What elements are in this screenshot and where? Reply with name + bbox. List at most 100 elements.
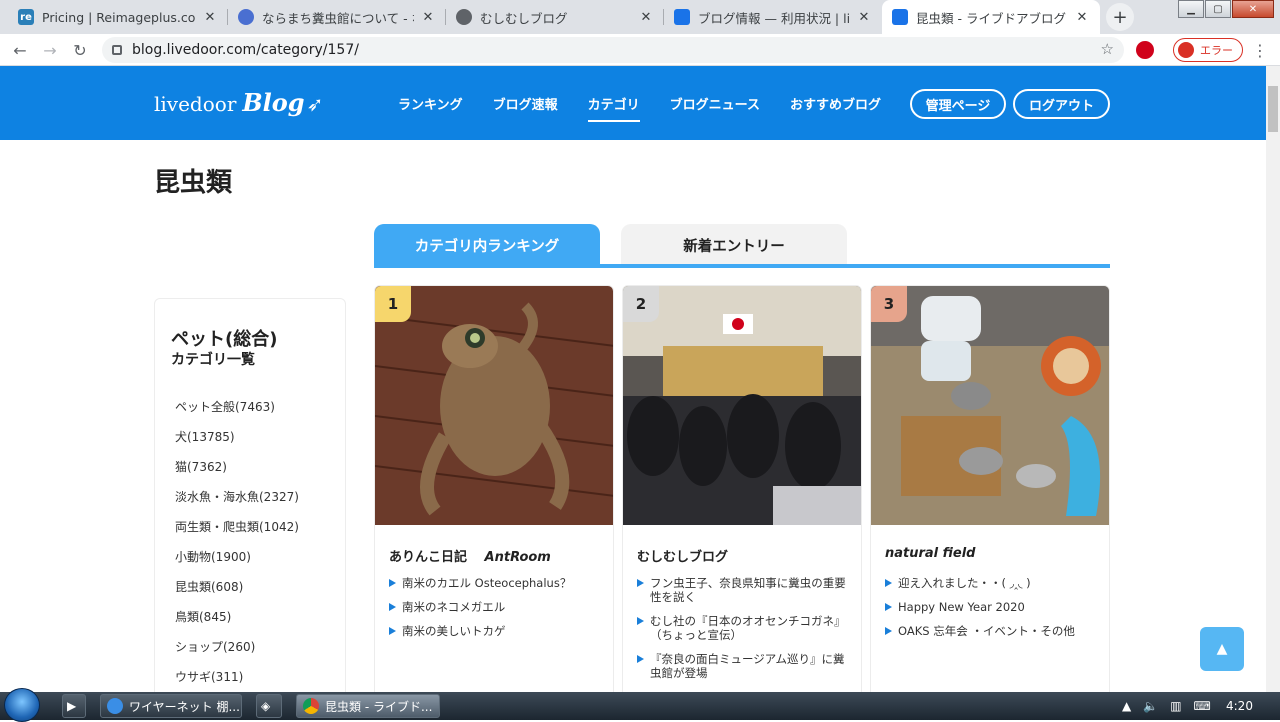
nav-recommended[interactable]: おすすめブログ bbox=[790, 94, 881, 113]
tab-new-entries[interactable]: 新着エントリー bbox=[621, 224, 847, 266]
tab-title: ブログ情報 — 利用状況 | lived bbox=[698, 10, 850, 26]
clock[interactable]: 4:20 bbox=[1226, 699, 1253, 713]
app-icon[interactable]: ◈ bbox=[256, 694, 282, 718]
extension-icon[interactable] bbox=[1136, 41, 1154, 59]
avatar bbox=[1178, 42, 1194, 58]
category-link[interactable]: ショップ(260) bbox=[175, 637, 299, 667]
logout-button[interactable]: ログアウト bbox=[1013, 89, 1110, 119]
blog-name[interactable]: ありんこ日記 AntRoom bbox=[389, 546, 551, 565]
category-link[interactable]: 淡水魚・海水魚(2327) bbox=[175, 487, 299, 517]
category-link[interactable]: 鳥類(845) bbox=[175, 607, 299, 637]
network-icon[interactable]: ▥ bbox=[1170, 699, 1181, 713]
browser-tab[interactable]: re Pricing | Reimageplus.com ✕ bbox=[8, 0, 228, 34]
scrollbar-thumb[interactable] bbox=[1268, 86, 1278, 132]
blog-name-ja: ありんこ日記 bbox=[389, 550, 468, 565]
chrome-icon bbox=[303, 698, 319, 714]
entry-link[interactable]: フン虫王子、奈良県知事に糞虫の重要性を説く bbox=[637, 576, 853, 604]
category-link[interactable]: 昆虫類(608) bbox=[175, 577, 299, 607]
admin-page-button[interactable]: 管理ページ bbox=[910, 89, 1006, 119]
tray-expand-icon[interactable]: ▲ bbox=[1122, 699, 1131, 713]
back-arrow-icon[interactable]: ← bbox=[8, 38, 32, 62]
reimage-favicon-icon: re bbox=[18, 9, 34, 25]
maximize-button[interactable]: ▢ bbox=[1205, 0, 1231, 18]
close-window-button[interactable]: ✕ bbox=[1232, 0, 1274, 18]
ceremony-photo[interactable] bbox=[623, 286, 862, 525]
nav-ranking[interactable]: ランキング bbox=[398, 94, 463, 113]
url-text: blog.livedoor.com/category/157/ bbox=[132, 42, 359, 58]
entry-link[interactable]: むし社の『日本のオオセンチコガネ』（ちょっと宣伝） bbox=[637, 614, 853, 642]
profile-chip-label: エラー bbox=[1200, 44, 1233, 57]
internet-explorer-icon bbox=[107, 698, 123, 714]
site-favicon-icon bbox=[238, 9, 254, 25]
ranking-card: 2 むしむしブログ フン虫王子、奈良県知事に糞虫の重要性を説く むし社の『日本の… bbox=[622, 285, 862, 692]
taskbar-chrome-window[interactable]: 昆虫類 - ライブド... bbox=[296, 694, 440, 718]
blog-name[interactable]: むしむしブログ bbox=[637, 546, 728, 565]
tab-title: Pricing | Reimageplus.com bbox=[42, 9, 196, 25]
browser-tab-active[interactable]: 昆虫類 - ライブドアブログ ✕ bbox=[882, 0, 1100, 34]
category-link[interactable]: 猫(7362) bbox=[175, 457, 299, 487]
entry-list: 迎え入れました・・( ◞‸◟ ) Happy New Year 2020 OAK… bbox=[885, 576, 1101, 648]
windows-taskbar: ▶ ワイヤーネット 棚... ◈ 昆虫類 - ライブド... ▲ 🔈 ▥ ⌨ 4… bbox=[0, 688, 1280, 722]
browser-tab[interactable]: むしむしブログ ✕ bbox=[446, 0, 664, 34]
new-tab-button[interactable]: + bbox=[1106, 3, 1134, 31]
category-sidebar: ペット(総合) カテゴリ一覧 ペット全般(7463) 犬(13785) 猫(73… bbox=[154, 298, 346, 692]
kebab-menu-icon[interactable]: ⋮ bbox=[1252, 41, 1268, 60]
category-link[interactable]: 両生類・爬虫類(1042) bbox=[175, 517, 299, 547]
category-link[interactable]: 小動物(1900) bbox=[175, 547, 299, 577]
tab-underline bbox=[374, 264, 1110, 268]
entry-link[interactable]: 『奈良の面白ミュージアム巡り』に糞虫館が登場 bbox=[637, 652, 853, 680]
media-player-icon[interactable]: ▶ bbox=[62, 694, 86, 718]
entry-link[interactable]: 南米のカエル Osteocephalus？ bbox=[389, 576, 605, 590]
category-link[interactable]: ウサギ(311) bbox=[175, 667, 299, 692]
tab-title: むしむしブログ bbox=[480, 10, 568, 26]
entry-link[interactable]: Happy New Year 2020 bbox=[885, 600, 1101, 614]
hamster-photo[interactable] bbox=[871, 286, 1110, 525]
taskbar-item-label: 昆虫類 - ライブド... bbox=[325, 699, 433, 714]
taskbar-item-label: ワイヤーネット 棚... bbox=[129, 699, 240, 714]
reload-icon[interactable]: ↻ bbox=[68, 38, 92, 62]
nav-blog-news-flash[interactable]: ブログ速報 bbox=[493, 94, 558, 113]
close-tab-icon[interactable]: ✕ bbox=[1074, 10, 1090, 25]
close-tab-icon[interactable]: ✕ bbox=[202, 10, 218, 25]
entry-list: 南米のカエル Osteocephalus？ 南米のネコメガエル 南米の美しいトカ… bbox=[389, 576, 605, 648]
system-tray: ▲ 🔈 ▥ ⌨ bbox=[1122, 692, 1223, 720]
blog-name[interactable]: natural field bbox=[885, 546, 975, 561]
frog-photo[interactable] bbox=[375, 286, 614, 525]
entry-link[interactable]: 南米の美しいトカゲ bbox=[389, 624, 605, 638]
entry-link[interactable]: OAKS 忘年会 ・イベント・その他 bbox=[885, 624, 1101, 638]
logo-text: livedoor bbox=[154, 92, 237, 116]
keyboard-icon[interactable]: ⌨ bbox=[1194, 699, 1211, 713]
entry-list: フン虫王子、奈良県知事に糞虫の重要性を説く むし社の『日本のオオセンチコガネ』（… bbox=[637, 576, 853, 690]
minimize-button[interactable]: ▁ bbox=[1178, 0, 1204, 18]
entry-link[interactable]: 南米のネコメガエル bbox=[389, 600, 605, 614]
profile-error-chip[interactable]: エラー bbox=[1173, 38, 1243, 62]
nav-category[interactable]: カテゴリ bbox=[587, 94, 640, 122]
close-tab-icon[interactable]: ✕ bbox=[638, 10, 654, 25]
window-controls: ▁ ▢ ✕ bbox=[1177, 0, 1274, 18]
rank-badge: 2 bbox=[623, 286, 659, 322]
close-tab-icon[interactable]: ✕ bbox=[420, 10, 436, 25]
start-button[interactable] bbox=[4, 688, 40, 722]
tab-category-ranking[interactable]: カテゴリ内ランキング bbox=[374, 224, 600, 266]
bookmark-star-icon[interactable]: ☆ bbox=[1101, 40, 1114, 58]
globe-icon bbox=[456, 9, 472, 25]
rank-badge: 3 bbox=[871, 286, 907, 322]
scroll-to-top-button[interactable]: ▲ bbox=[1200, 627, 1244, 671]
page-title: 昆虫類 bbox=[154, 168, 233, 198]
nav-blog-news[interactable]: ブログニュース bbox=[670, 94, 760, 113]
browser-tab[interactable]: ブログ情報 — 利用状況 | lived ✕ bbox=[664, 0, 882, 34]
global-nav: ランキング ブログ速報 カテゴリ ブログニュース おすすめブログ bbox=[398, 94, 911, 122]
browser-tab[interactable]: ならまち糞虫館について - なら ✕ bbox=[228, 0, 446, 34]
address-bar[interactable]: blog.livedoor.com/category/157/ ☆ bbox=[102, 37, 1124, 63]
livedoor-blog-logo[interactable]: livedoor Blog ➶ bbox=[154, 88, 323, 117]
volume-icon[interactable]: 🔈 bbox=[1143, 699, 1158, 713]
logo-blog-text: Blog bbox=[242, 88, 305, 117]
taskbar-ie-window[interactable]: ワイヤーネット 棚... bbox=[100, 694, 242, 718]
category-link[interactable]: 犬(13785) bbox=[175, 427, 299, 457]
forward-arrow-icon[interactable]: → bbox=[38, 38, 62, 62]
entry-link[interactable]: 迎え入れました・・( ◞‸◟ ) bbox=[885, 576, 1101, 590]
category-link[interactable]: ペット全般(7463) bbox=[175, 397, 299, 427]
page-scrollbar[interactable] bbox=[1266, 66, 1280, 692]
close-tab-icon[interactable]: ✕ bbox=[856, 10, 872, 25]
category-list: ペット全般(7463) 犬(13785) 猫(7362) 淡水魚・海水魚(232… bbox=[175, 397, 299, 692]
